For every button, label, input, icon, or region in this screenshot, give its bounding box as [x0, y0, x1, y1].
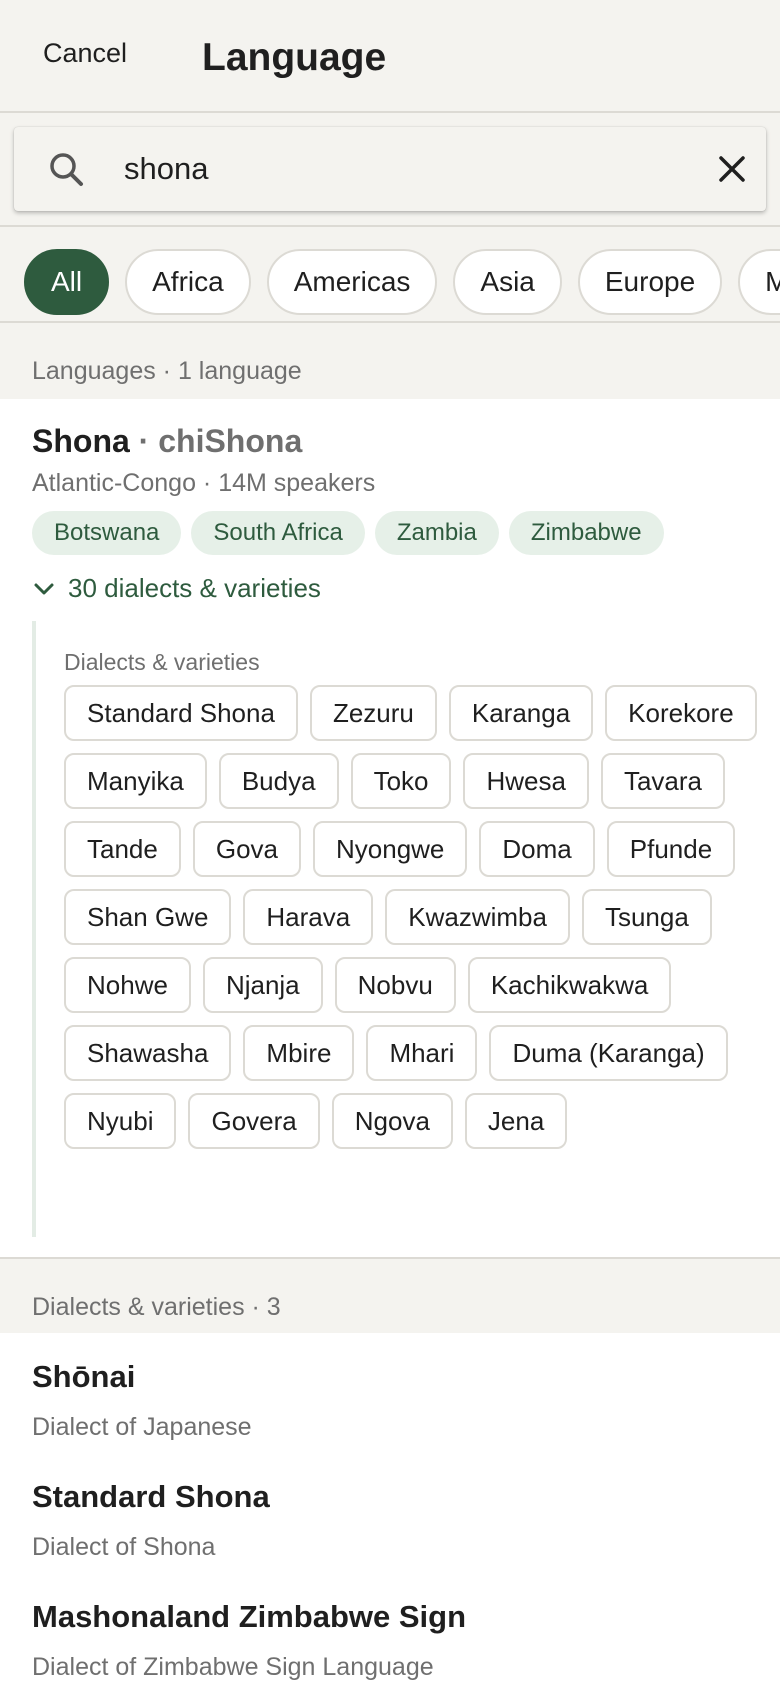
language-native-name: chiShona: [158, 423, 303, 459]
result-subtitle: Dialect of Zimbabwe Sign Language: [32, 1653, 434, 1681]
dialect-chip[interactable]: Tsunga: [581, 889, 712, 945]
search-input[interactable]: [124, 145, 684, 193]
languages-section-header: Languages · 1 language: [0, 323, 780, 399]
chevron-down-icon: [34, 583, 54, 594]
language-english-name: Shona: [32, 423, 130, 459]
language-name-separator: ·: [129, 423, 159, 459]
filter-chip-middle-east[interactable]: Middle East: [738, 249, 780, 315]
dialect-chip[interactable]: Duma (Karanga): [489, 1025, 728, 1081]
filter-chip-all[interactable]: All: [24, 249, 110, 315]
result-subtitle: Dialect of Shona: [32, 1533, 216, 1561]
country-pill: Zambia: [374, 511, 499, 555]
dialect-chip[interactable]: Shawasha: [64, 1025, 232, 1081]
result-item[interactable]: Shōnai Dialect of Japanese: [0, 1333, 780, 1453]
dialect-chip[interactable]: Njanja: [202, 957, 323, 1013]
dialect-chip[interactable]: Nohwe: [64, 957, 191, 1013]
dialect-chip[interactable]: Pfunde: [606, 821, 736, 877]
dialect-chip[interactable]: Manyika: [64, 753, 207, 809]
result-item[interactable]: Standard Shona Dialect of Shona: [0, 1453, 780, 1573]
dialect-chip[interactable]: Mbire: [243, 1025, 355, 1081]
dialect-chip[interactable]: Jena: [464, 1093, 568, 1149]
dialect-chip[interactable]: Shan Gwe: [64, 889, 232, 945]
filter-chip-europe[interactable]: Europe: [577, 249, 723, 315]
dialect-chip[interactable]: Korekore: [605, 685, 757, 741]
dialects-toggle-label: 30 dialects & varieties: [68, 573, 321, 603]
region-filter-bar: AllAfricaAmericasAsiaEurope Middle East: [0, 227, 780, 323]
dialect-chip[interactable]: Gova: [192, 821, 301, 877]
dialects-panel-label: Dialects & varieties: [64, 649, 260, 675]
filter-chip-americas[interactable]: Americas: [266, 249, 438, 315]
country-pill: South Africa: [191, 511, 365, 555]
page-title: Language: [202, 36, 387, 79]
header: Cancel Language: [0, 0, 780, 113]
dialect-chip[interactable]: Zezuru: [309, 685, 437, 741]
result-title: Standard Shona: [32, 1479, 270, 1514]
dialect-chip[interactable]: Hwesa: [463, 753, 589, 809]
language-card[interactable]: Shona · chiShona Atlantic-Congo · 14M sp…: [0, 399, 780, 1257]
search-band: [0, 113, 780, 227]
dialect-chip[interactable]: Kachikwakwa: [467, 957, 672, 1013]
search-box[interactable]: [14, 127, 766, 211]
dialects-section-header: Dialects & varieties · 3: [0, 1257, 780, 1333]
dialect-chip[interactable]: Tande: [64, 821, 181, 877]
result-title: Shōnai: [32, 1359, 136, 1394]
language-name: Shona · chiShona: [32, 423, 302, 460]
dialect-chip-list: Standard Shona Zezuru Karanga Korekore Manyi…: [64, 685, 764, 1149]
language-picker-screen: Cancel Language AllAfricaAmericasAsiaEur…: [0, 0, 780, 1688]
dialect-chip[interactable]: Toko: [350, 753, 452, 809]
dialect-chip[interactable]: Budya: [218, 753, 339, 809]
result-item[interactable]: Mashonaland Zimbabwe Sign Dialect of Zimb…: [0, 1573, 780, 1688]
dialects-panel: Dialects & varieties Standard Shona Zezur…: [32, 621, 772, 1237]
dialect-chip[interactable]: Standard Shona: [64, 685, 298, 741]
result-title: Mashonaland Zimbabwe Sign: [32, 1599, 467, 1634]
filter-chip-africa[interactable]: Africa: [125, 249, 251, 315]
filter-chip-asia[interactable]: Asia: [453, 249, 562, 315]
dialects-section-label: Dialects & varieties · 3: [32, 1293, 281, 1321]
dialect-chip[interactable]: Nobvu: [334, 957, 456, 1013]
dialect-results-list: Shōnai Dialect of Japanese Standard Shona D…: [0, 1333, 780, 1688]
cancel-button[interactable]: Cancel: [43, 38, 127, 69]
search-icon: [50, 153, 83, 186]
country-pill: Botswana: [32, 511, 182, 555]
dialect-chip[interactable]: Ngova: [331, 1093, 453, 1149]
country-list: Botswana South Africa Zambia Zimbabwe: [32, 511, 664, 555]
languages-section-label: Languages · 1 language: [32, 357, 302, 385]
dialect-chip[interactable]: Tavara: [600, 753, 726, 809]
dialect-chip[interactable]: Kwazwimba: [385, 889, 570, 945]
dialect-chip[interactable]: Harava: [243, 889, 374, 945]
dialect-chip[interactable]: Govera: [188, 1093, 320, 1149]
dialect-chip[interactable]: Mhari: [366, 1025, 478, 1081]
dialect-chip[interactable]: Doma: [479, 821, 595, 877]
dialects-toggle[interactable]: 30 dialects & varieties: [32, 573, 321, 604]
country-pill: Zimbabwe: [508, 511, 664, 555]
dialect-chip[interactable]: Nyubi: [64, 1093, 177, 1149]
dialect-chip[interactable]: Karanga: [448, 685, 594, 741]
language-meta: Atlantic-Congo · 14M speakers: [32, 469, 376, 497]
result-subtitle: Dialect of Japanese: [32, 1413, 252, 1441]
region-filter-track: AllAfricaAmericasAsiaEurope Middle East: [24, 249, 780, 315]
close-icon[interactable]: [714, 151, 750, 187]
dialect-chip[interactable]: Nyongwe: [313, 821, 468, 877]
